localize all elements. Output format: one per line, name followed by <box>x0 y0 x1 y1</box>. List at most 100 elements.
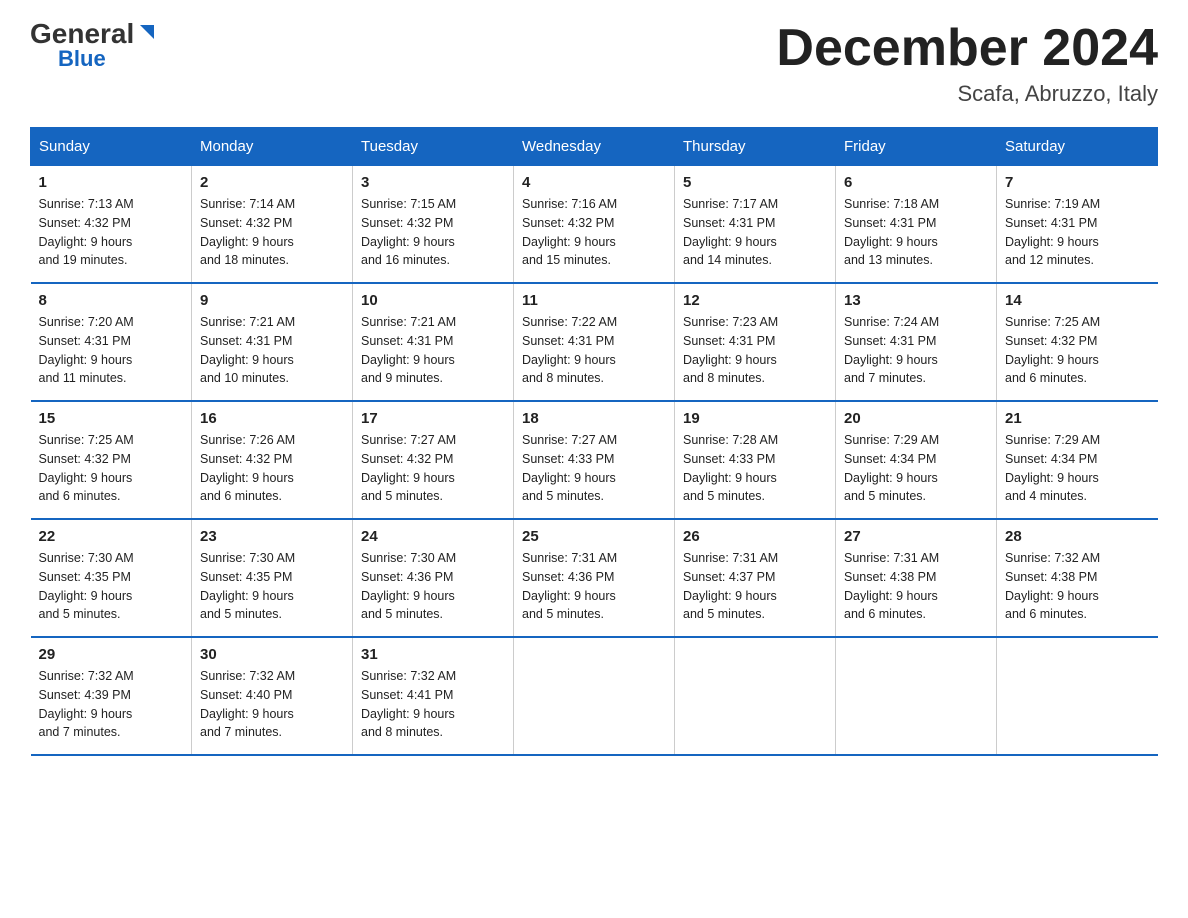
sunrise-label: Sunrise: 7:25 AM <box>1005 315 1100 329</box>
sunrise-label: Sunrise: 7:30 AM <box>200 551 295 565</box>
calendar-cell: 23 Sunrise: 7:30 AM Sunset: 4:35 PM Dayl… <box>192 519 353 637</box>
daylight-minutes: and 5 minutes. <box>200 607 282 621</box>
sunset-label: Sunset: 4:31 PM <box>1005 216 1097 230</box>
day-info: Sunrise: 7:32 AM Sunset: 4:41 PM Dayligh… <box>361 667 505 742</box>
day-number: 22 <box>39 528 184 545</box>
daylight-minutes: and 5 minutes. <box>361 489 443 503</box>
calendar-cell: 17 Sunrise: 7:27 AM Sunset: 4:32 PM Dayl… <box>353 401 514 519</box>
daylight-minutes: and 10 minutes. <box>200 371 289 385</box>
sunset-label: Sunset: 4:36 PM <box>361 570 453 584</box>
day-info: Sunrise: 7:31 AM Sunset: 4:37 PM Dayligh… <box>683 549 827 624</box>
calendar-cell: 2 Sunrise: 7:14 AM Sunset: 4:32 PM Dayli… <box>192 166 353 284</box>
calendar-header: Sunday Monday Tuesday Wednesday Thursday… <box>31 128 1158 166</box>
daylight-minutes: and 5 minutes. <box>844 489 926 503</box>
sunset-label: Sunset: 4:31 PM <box>361 334 453 348</box>
day-number: 15 <box>39 410 184 427</box>
calendar-cell: 6 Sunrise: 7:18 AM Sunset: 4:31 PM Dayli… <box>836 166 997 284</box>
daylight-minutes: and 6 minutes. <box>1005 607 1087 621</box>
sunrise-label: Sunrise: 7:24 AM <box>844 315 939 329</box>
daylight-label: Daylight: 9 hours <box>1005 353 1099 367</box>
day-number: 29 <box>39 646 184 663</box>
day-number: 21 <box>1005 410 1150 427</box>
calendar-cell: 28 Sunrise: 7:32 AM Sunset: 4:38 PM Dayl… <box>997 519 1158 637</box>
sunset-label: Sunset: 4:34 PM <box>844 452 936 466</box>
daylight-label: Daylight: 9 hours <box>522 471 616 485</box>
sunset-label: Sunset: 4:31 PM <box>522 334 614 348</box>
daylight-label: Daylight: 9 hours <box>361 707 455 721</box>
daylight-label: Daylight: 9 hours <box>200 235 294 249</box>
daylight-minutes: and 6 minutes. <box>844 607 926 621</box>
daylight-label: Daylight: 9 hours <box>844 471 938 485</box>
day-info: Sunrise: 7:19 AM Sunset: 4:31 PM Dayligh… <box>1005 195 1150 270</box>
daylight-label: Daylight: 9 hours <box>683 471 777 485</box>
calendar-body: 1 Sunrise: 7:13 AM Sunset: 4:32 PM Dayli… <box>31 166 1158 756</box>
day-info: Sunrise: 7:18 AM Sunset: 4:31 PM Dayligh… <box>844 195 988 270</box>
sunset-label: Sunset: 4:32 PM <box>200 216 292 230</box>
day-info: Sunrise: 7:24 AM Sunset: 4:31 PM Dayligh… <box>844 313 988 388</box>
day-number: 9 <box>200 292 344 309</box>
sunrise-label: Sunrise: 7:27 AM <box>361 433 456 447</box>
day-number: 17 <box>361 410 505 427</box>
sunset-label: Sunset: 4:31 PM <box>200 334 292 348</box>
col-friday: Friday <box>836 128 997 166</box>
sunset-label: Sunset: 4:32 PM <box>39 452 131 466</box>
day-number: 1 <box>39 174 184 191</box>
calendar-cell: 27 Sunrise: 7:31 AM Sunset: 4:38 PM Dayl… <box>836 519 997 637</box>
calendar-cell: 20 Sunrise: 7:29 AM Sunset: 4:34 PM Dayl… <box>836 401 997 519</box>
sunrise-label: Sunrise: 7:21 AM <box>200 315 295 329</box>
calendar-cell: 12 Sunrise: 7:23 AM Sunset: 4:31 PM Dayl… <box>675 283 836 401</box>
sunrise-label: Sunrise: 7:32 AM <box>39 669 134 683</box>
day-number: 23 <box>200 528 344 545</box>
daylight-minutes: and 8 minutes. <box>522 371 604 385</box>
day-info: Sunrise: 7:25 AM Sunset: 4:32 PM Dayligh… <box>39 431 184 506</box>
day-number: 4 <box>522 174 666 191</box>
day-info: Sunrise: 7:15 AM Sunset: 4:32 PM Dayligh… <box>361 195 505 270</box>
calendar-cell: 3 Sunrise: 7:15 AM Sunset: 4:32 PM Dayli… <box>353 166 514 284</box>
calendar-cell: 1 Sunrise: 7:13 AM Sunset: 4:32 PM Dayli… <box>31 166 192 284</box>
day-info: Sunrise: 7:28 AM Sunset: 4:33 PM Dayligh… <box>683 431 827 506</box>
daylight-minutes: and 6 minutes. <box>1005 371 1087 385</box>
sunset-label: Sunset: 4:32 PM <box>361 452 453 466</box>
day-number: 20 <box>844 410 988 427</box>
sunset-label: Sunset: 4:33 PM <box>683 452 775 466</box>
daylight-minutes: and 13 minutes. <box>844 253 933 267</box>
daylight-label: Daylight: 9 hours <box>200 471 294 485</box>
title-block: December 2024 Scafa, Abruzzo, Italy <box>776 20 1158 107</box>
day-number: 2 <box>200 174 344 191</box>
daylight-minutes: and 4 minutes. <box>1005 489 1087 503</box>
day-number: 16 <box>200 410 344 427</box>
sunrise-label: Sunrise: 7:25 AM <box>39 433 134 447</box>
sunrise-label: Sunrise: 7:28 AM <box>683 433 778 447</box>
day-number: 30 <box>200 646 344 663</box>
day-info: Sunrise: 7:17 AM Sunset: 4:31 PM Dayligh… <box>683 195 827 270</box>
sunrise-label: Sunrise: 7:20 AM <box>39 315 134 329</box>
sunrise-label: Sunrise: 7:13 AM <box>39 197 134 211</box>
daylight-minutes: and 6 minutes. <box>39 489 121 503</box>
day-number: 6 <box>844 174 988 191</box>
calendar-cell <box>514 637 675 755</box>
day-info: Sunrise: 7:27 AM Sunset: 4:33 PM Dayligh… <box>522 431 666 506</box>
calendar-cell: 11 Sunrise: 7:22 AM Sunset: 4:31 PM Dayl… <box>514 283 675 401</box>
sunset-label: Sunset: 4:36 PM <box>522 570 614 584</box>
daylight-minutes: and 9 minutes. <box>361 371 443 385</box>
day-info: Sunrise: 7:30 AM Sunset: 4:36 PM Dayligh… <box>361 549 505 624</box>
sunset-label: Sunset: 4:32 PM <box>1005 334 1097 348</box>
daylight-minutes: and 7 minutes. <box>844 371 926 385</box>
day-number: 3 <box>361 174 505 191</box>
day-info: Sunrise: 7:13 AM Sunset: 4:32 PM Dayligh… <box>39 195 184 270</box>
daylight-minutes: and 5 minutes. <box>361 607 443 621</box>
daylight-label: Daylight: 9 hours <box>361 353 455 367</box>
daylight-minutes: and 7 minutes. <box>200 725 282 739</box>
daylight-minutes: and 8 minutes. <box>361 725 443 739</box>
daylight-label: Daylight: 9 hours <box>683 353 777 367</box>
sunset-label: Sunset: 4:32 PM <box>522 216 614 230</box>
calendar-cell: 18 Sunrise: 7:27 AM Sunset: 4:33 PM Dayl… <box>514 401 675 519</box>
sunrise-label: Sunrise: 7:30 AM <box>361 551 456 565</box>
daylight-minutes: and 5 minutes. <box>683 489 765 503</box>
daylight-label: Daylight: 9 hours <box>200 589 294 603</box>
sunrise-label: Sunrise: 7:29 AM <box>844 433 939 447</box>
sunrise-label: Sunrise: 7:18 AM <box>844 197 939 211</box>
sunset-label: Sunset: 4:38 PM <box>844 570 936 584</box>
day-info: Sunrise: 7:20 AM Sunset: 4:31 PM Dayligh… <box>39 313 184 388</box>
day-number: 31 <box>361 646 505 663</box>
